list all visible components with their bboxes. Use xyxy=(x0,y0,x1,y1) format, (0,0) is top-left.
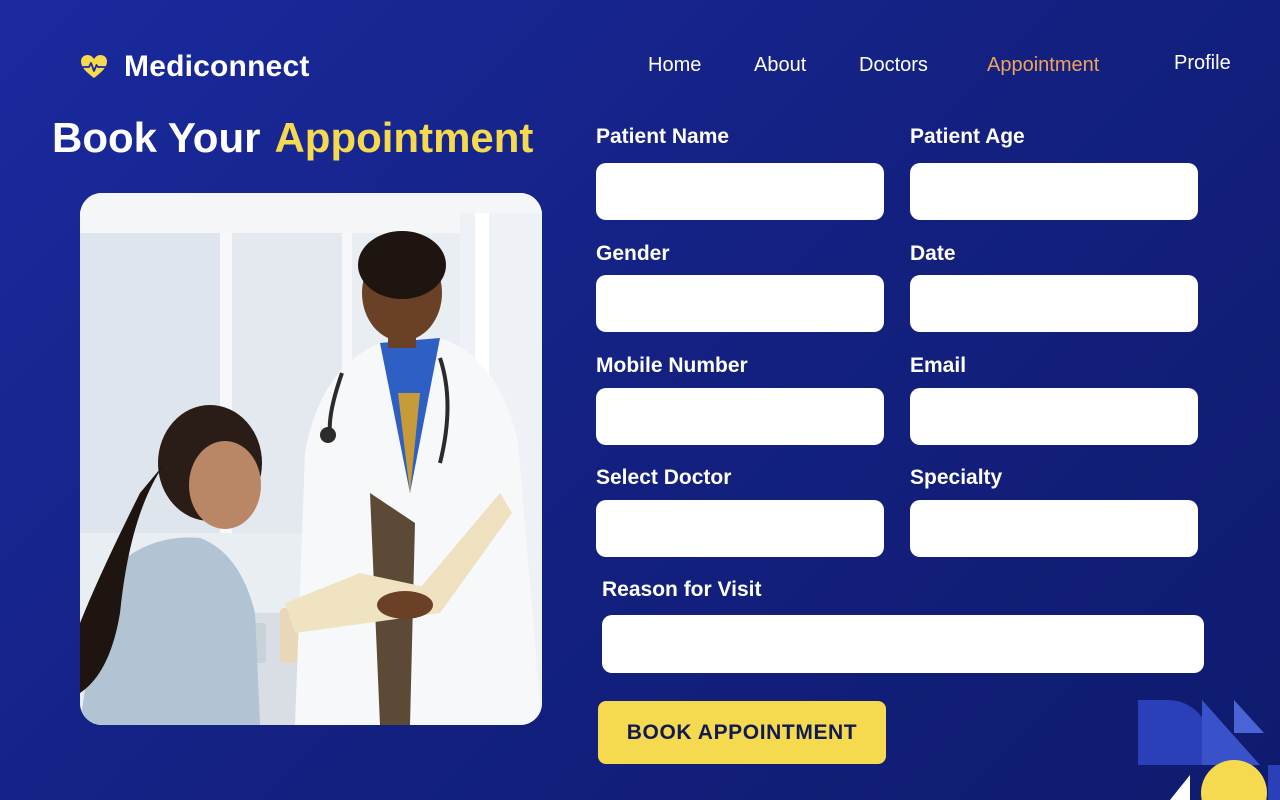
mobile-number-label: Mobile Number xyxy=(596,354,748,377)
email-input[interactable] xyxy=(910,388,1198,445)
page-title-prefix: Book Your xyxy=(52,114,261,161)
reason-label: Reason for Visit xyxy=(602,578,762,601)
specialty-input[interactable] xyxy=(910,500,1198,557)
heart-pulse-icon xyxy=(81,55,107,78)
brand-name: Mediconnect xyxy=(124,50,310,83)
nav-doctors[interactable]: Doctors xyxy=(859,54,928,77)
nav-about[interactable]: About xyxy=(754,54,806,77)
date-input[interactable] xyxy=(910,275,1198,332)
patient-age-label: Patient Age xyxy=(910,125,1025,148)
book-appointment-button[interactable]: BOOK APPOINTMENT xyxy=(598,701,886,764)
gender-label: Gender xyxy=(596,242,670,265)
doctor-patient-photo xyxy=(80,193,542,725)
nav-profile[interactable]: Profile xyxy=(1174,52,1231,75)
patient-age-input[interactable] xyxy=(910,163,1198,220)
nav-appointment[interactable]: Appointment xyxy=(987,54,1099,77)
page-title: Book Your Appointment xyxy=(52,114,533,162)
patient-name-input[interactable] xyxy=(596,163,884,220)
mobile-number-input[interactable] xyxy=(596,388,884,445)
patient-name-label: Patient Name xyxy=(596,125,730,148)
gender-input[interactable] xyxy=(596,275,884,332)
select-doctor-input[interactable] xyxy=(596,500,884,557)
decorative-shapes xyxy=(1138,700,1280,800)
page-title-highlight: Appointment xyxy=(274,114,534,161)
specialty-label: Specialty xyxy=(910,466,1003,489)
select-doctor-label: Select Doctor xyxy=(596,466,732,489)
reason-input[interactable] xyxy=(602,615,1204,673)
date-label: Date xyxy=(910,242,956,265)
nav-home[interactable]: Home xyxy=(648,54,701,77)
brand-logo[interactable]: Mediconnect xyxy=(80,50,310,84)
email-label: Email xyxy=(910,354,967,377)
